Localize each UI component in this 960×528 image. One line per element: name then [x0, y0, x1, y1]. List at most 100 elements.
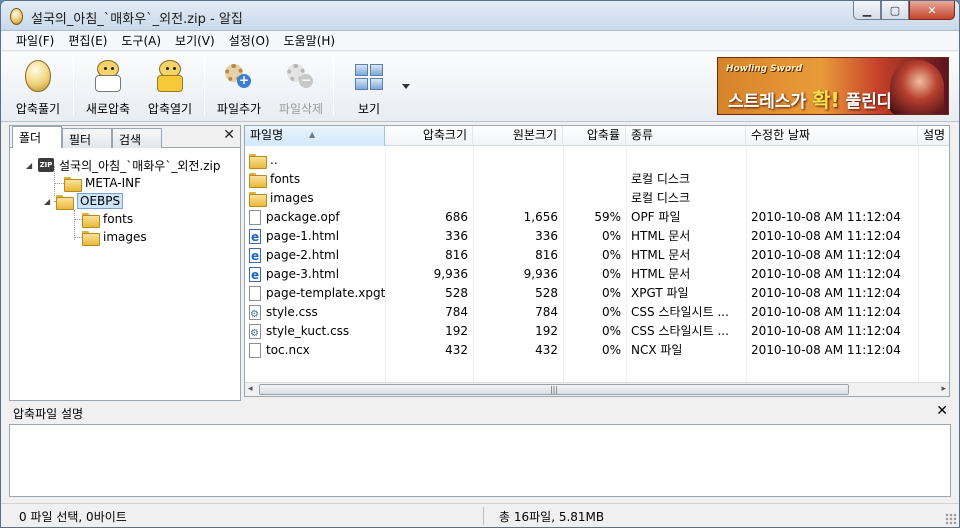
- extract-button[interactable]: 압축풀기: [7, 54, 69, 118]
- file-row[interactable]: fonts 로컬 디스크: [245, 170, 949, 189]
- cell-ratio: 59%: [594, 210, 621, 224]
- column-header-ratio[interactable]: 압축률: [563, 126, 626, 146]
- tree-item-images[interactable]: images: [82, 228, 147, 246]
- horizontal-scrollbar[interactable]: ◂ ||| ▸: [245, 382, 949, 396]
- sort-ascending-icon: ▲: [309, 130, 316, 139]
- file-row[interactable]: package.opf 686 1,656 59% OPF 파일 2010-10-08 A…: [245, 208, 949, 227]
- delete-files-icon: −: [285, 60, 317, 94]
- file-row[interactable]: toc.ncx 432 432 0% NCX 파일 2010-10-08 AM 11:12…: [245, 341, 949, 360]
- menu-help[interactable]: 도움말(H): [277, 32, 343, 49]
- tab-folder[interactable]: 폴더: [12, 126, 62, 148]
- tree-connector: [74, 210, 75, 240]
- scroll-left-icon[interactable]: ◂: [248, 384, 253, 394]
- menu-file[interactable]: 파일(F): [9, 32, 61, 49]
- menu-edit[interactable]: 편집(E): [61, 32, 114, 49]
- column-header-label: 파일명: [250, 128, 284, 142]
- folder-icon: [249, 173, 267, 188]
- tree-expander-icon[interactable]: ◢: [26, 161, 35, 170]
- cell-original-size: 336: [535, 229, 558, 243]
- file-row[interactable]: images 로컬 디스크: [245, 189, 949, 208]
- close-button[interactable]: ✕: [909, 1, 955, 20]
- column-header-type[interactable]: 종류: [626, 126, 746, 146]
- banner-slogan-big: 확!: [812, 88, 840, 112]
- filename-label: package.opf: [266, 210, 340, 224]
- file-list: 파일명 ▲ 압축크기 원본크기 압축률 종류 수정한 날짜 설명 .. fonts…: [244, 125, 950, 397]
- scrollbar-thumb[interactable]: |||: [259, 384, 849, 395]
- open-archive-icon: [154, 60, 186, 94]
- filename-label: ..: [270, 153, 278, 167]
- open-archive-button[interactable]: 압축열기: [140, 54, 200, 118]
- maximize-button[interactable]: ▢: [881, 1, 909, 20]
- new-archive-label: 새로압축: [85, 102, 131, 116]
- folder-icon: [64, 176, 82, 192]
- tree-expander-icon[interactable]: ◢: [44, 197, 53, 206]
- description-textarea[interactable]: [9, 424, 951, 497]
- menu-view[interactable]: 보기(V): [168, 32, 222, 49]
- css-file-icon: [249, 324, 261, 341]
- add-files-label: 파일추가: [216, 102, 262, 116]
- cell-ratio: 0%: [601, 267, 621, 281]
- cell-original-size: 1,656: [523, 210, 558, 224]
- cell-compressed-size: 528: [445, 286, 468, 300]
- column-header-compressed[interactable]: 압축크기: [385, 126, 473, 146]
- column-header-original[interactable]: 원본크기: [473, 126, 563, 146]
- tree-item-meta-inf[interactable]: META-INF: [64, 174, 141, 192]
- cell-compressed-size: 432: [445, 343, 468, 357]
- cell-original-size: 192: [535, 324, 558, 338]
- tree-connector: [74, 237, 82, 238]
- view-button[interactable]: 보기: [341, 54, 397, 118]
- column-header-name[interactable]: 파일명 ▲: [245, 126, 385, 146]
- ad-banner[interactable]: Howling Sword 스트레스가 확! 풀린다: [717, 57, 949, 115]
- filename-label: page-template.xpgt: [266, 286, 385, 300]
- tree-item-fonts[interactable]: fonts: [82, 210, 133, 228]
- new-archive-icon: [92, 60, 124, 94]
- column-header-description[interactable]: 설명: [918, 126, 949, 146]
- cell-modified: 2010-10-08 AM 11:12:04: [751, 267, 901, 281]
- tab-filter[interactable]: 필터: [62, 128, 112, 148]
- menu-tools[interactable]: 도구(A): [114, 32, 168, 49]
- file-row[interactable]: ..: [245, 151, 949, 170]
- cell-compressed-size: [385, 151, 473, 170]
- cell-ratio: 0%: [601, 286, 621, 300]
- view-label: 보기: [357, 102, 381, 116]
- filename-label: style_kuct.css: [266, 324, 350, 338]
- egg-icon: [22, 60, 54, 94]
- cell-compressed-size: 9,936: [433, 267, 468, 281]
- add-files-button[interactable]: + 파일추가: [209, 54, 269, 118]
- folder-icon: [249, 192, 267, 207]
- cell-modified: 2010-10-08 AM 11:12:04: [751, 248, 901, 262]
- css-file-icon: [249, 305, 261, 322]
- menu-settings[interactable]: 설정(O): [222, 32, 277, 49]
- view-dropdown-icon[interactable]: [402, 84, 410, 89]
- description-close-icon[interactable]: ✕: [936, 403, 948, 419]
- tree-item-archive-root[interactable]: ◢ ZIP 설국의_아침_`매화우`_외전.zip: [26, 156, 220, 174]
- file-row[interactable]: page-2.html 816 816 0% HTML 문서 2010-10-08 AM …: [245, 246, 949, 265]
- minimize-button[interactable]: ▁: [853, 1, 881, 20]
- alzip-egg-icon: [10, 8, 23, 25]
- tree-item-oebps[interactable]: ◢ OEBPS: [44, 192, 124, 210]
- resize-grip-icon[interactable]: [945, 513, 957, 525]
- folder-icon: [56, 194, 74, 210]
- delete-files-button[interactable]: − 파일삭제: [271, 54, 331, 118]
- cell-original-size: 528: [535, 286, 558, 300]
- tab-search[interactable]: 검색: [112, 128, 162, 148]
- status-divider: [483, 507, 484, 525]
- cell-original-size: [473, 170, 563, 189]
- file-row[interactable]: style_kuct.css 192 192 0% CSS 스타일시트 ... 2010-…: [245, 322, 949, 341]
- banner-slogan: 스트레스가 확! 풀린다: [728, 84, 893, 113]
- cell-compressed-size: 686: [445, 210, 468, 224]
- cell-ratio: [563, 151, 626, 170]
- file-row[interactable]: style.css 784 784 0% CSS 스타일시트 ... 2010-10-08…: [245, 303, 949, 322]
- scroll-right-icon[interactable]: ▸: [941, 384, 946, 394]
- window-controls: ▁ ▢ ✕: [853, 1, 955, 20]
- cell-filename: package.opf: [245, 208, 385, 227]
- file-row[interactable]: page-3.html 9,936 9,936 0% HTML 문서 2010-10-08…: [245, 265, 949, 284]
- title-bar[interactable]: 설국의_아침_`매화우`_외전.zip - 알집 ▁ ▢ ✕: [1, 1, 959, 31]
- new-archive-button[interactable]: 새로압축: [78, 54, 138, 118]
- column-header-modified[interactable]: 수정한 날짜: [746, 126, 918, 146]
- file-row[interactable]: page-1.html 336 336 0% HTML 문서 2010-10-08 AM …: [245, 227, 949, 246]
- delete-files-label: 파일삭제: [278, 102, 324, 116]
- file-row[interactable]: page-template.xpgt 528 528 0% XPGT 파일 2010-10…: [245, 284, 949, 303]
- cell-filename: page-2.html: [245, 246, 385, 265]
- panel-close-icon[interactable]: ✕: [223, 127, 235, 143]
